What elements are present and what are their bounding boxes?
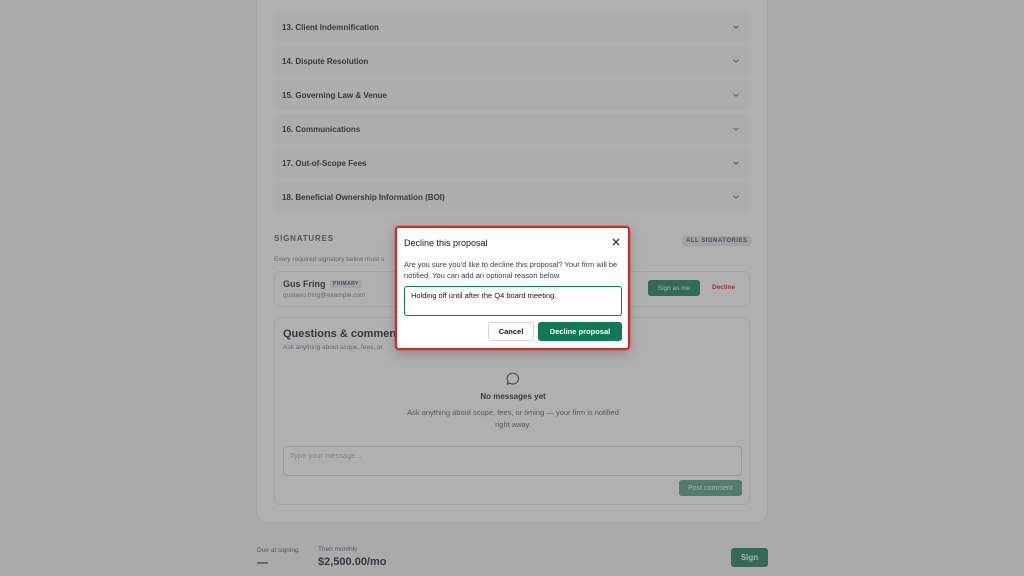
decline-reason-input[interactable]: Holding off until after the Q4 board mee…	[404, 286, 622, 316]
decline-modal: Decline this proposal Are you sure you'd…	[395, 226, 630, 350]
modal-body: Are you sure you'd like to decline this …	[404, 260, 618, 280]
close-icon[interactable]	[611, 237, 621, 247]
modal-title: Decline this proposal	[404, 238, 488, 248]
cancel-button[interactable]: Cancel	[488, 322, 534, 341]
decline-proposal-button[interactable]: Decline proposal	[538, 322, 622, 341]
